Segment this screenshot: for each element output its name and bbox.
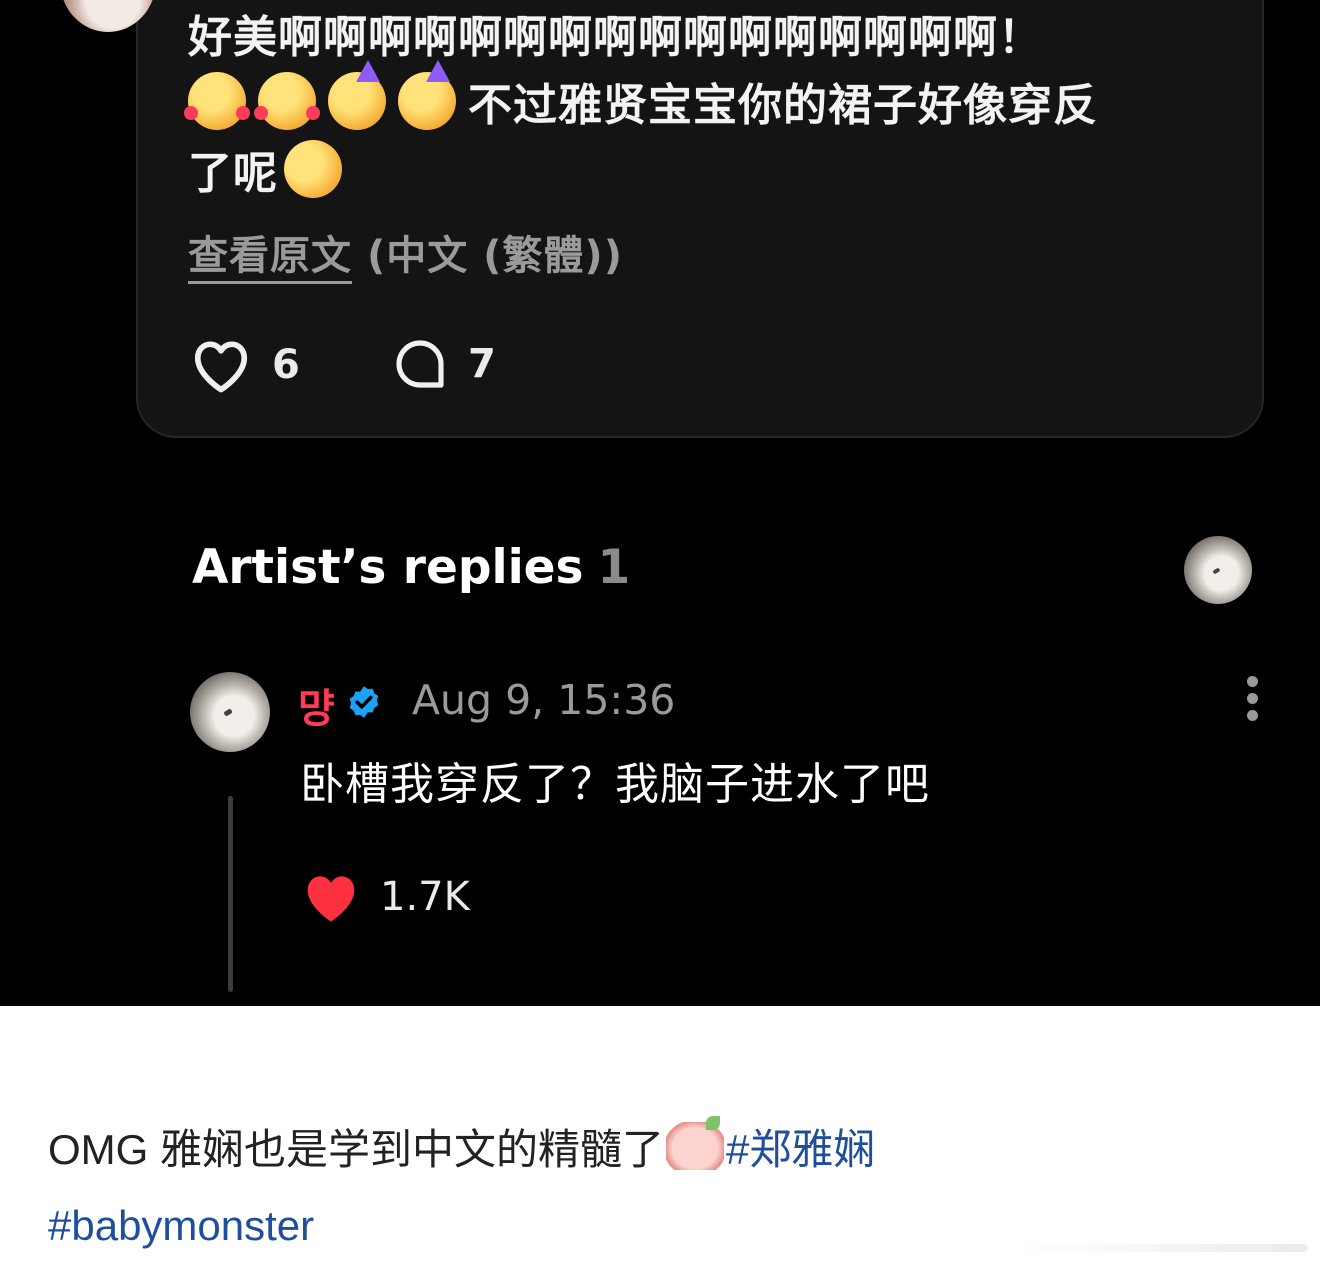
reply-like-button[interactable]: 1.7K [300, 868, 470, 926]
caption-line-2: #babymonster [48, 1188, 1288, 1264]
see-original-label[interactable]: 查看原文 [188, 233, 352, 284]
post-caption: OMG 雅娴也是学到中文的精髓了 #郑雅娴 #babymonster [48, 1112, 1288, 1264]
like-count: 6 [272, 342, 300, 388]
comment-line-1: 好美啊啊啊啊啊啊啊啊啊啊啊啊啊啊啊啊！ [188, 12, 1043, 63]
reply-username[interactable]: 먕 [298, 676, 335, 734]
smiling-face-with-hearts-icon [184, 72, 250, 130]
comment-text: 好美啊啊啊啊啊啊啊啊啊啊啊啊啊啊啊啊！ 不过雅贤宝宝你的裙子好像穿反 了呢 [184, 4, 1188, 208]
see-original-link[interactable]: 查看原文 (中文 (繁體)) [188, 228, 623, 284]
comment-line-3: 了呢 [188, 131, 1188, 208]
artist-avatar-small[interactable] [1184, 536, 1252, 604]
heart-filled-icon [307, 876, 355, 922]
artist-replies-title: Artist’s replies [192, 540, 584, 595]
reply-button[interactable]: 7 [392, 336, 496, 392]
scroll-indicator [1016, 1244, 1308, 1252]
heart-outline-icon [194, 341, 248, 393]
verified-badge-icon [349, 686, 379, 718]
reply-text: 卧槽我穿反了？我脑子进水了吧 [300, 759, 930, 810]
original-language-label: (中文 (繁體)) [366, 233, 623, 279]
thread-line [228, 796, 233, 992]
reply-author-avatar[interactable] [190, 672, 270, 752]
smiling-face-with-hearts-icon [254, 72, 320, 130]
partying-face-icon [398, 60, 456, 130]
comment-line-2: 不过雅贤宝宝你的裙子好像穿反 [184, 60, 1188, 140]
screenshot-panel: 好美啊啊啊啊啊啊啊啊啊啊啊啊啊啊啊啊！ 不过雅贤宝宝你的裙子好像穿反 了呢 查看… [0, 0, 1320, 1006]
rolling-laughing-icon [275, 131, 351, 207]
caption-line-1: OMG 雅娴也是学到中文的精髓了 #郑雅娴 [48, 1112, 1288, 1188]
like-button[interactable]: 6 [190, 336, 300, 394]
caption-text: OMG 雅娴也是学到中文的精髓了 [48, 1126, 664, 1173]
hashtag-link[interactable]: #郑雅娴 [726, 1126, 875, 1173]
reply-timestamp: Aug 9, 15:36 [412, 676, 676, 724]
sticker-icon [666, 1116, 724, 1170]
reply-count: 7 [468, 341, 496, 387]
dot [1246, 710, 1258, 721]
partying-face-icon [328, 60, 386, 130]
hashtag-link[interactable]: #babymonster [48, 1202, 314, 1249]
dot [1246, 693, 1258, 704]
artist-replies-count: 1 [597, 540, 631, 595]
dot [1246, 676, 1258, 687]
artist-replies-heading: Artist’s replies 1 [192, 540, 630, 595]
more-options-button[interactable] [1236, 676, 1268, 728]
reply-like-count: 1.7K [380, 874, 470, 920]
speech-bubble-icon [396, 340, 444, 388]
